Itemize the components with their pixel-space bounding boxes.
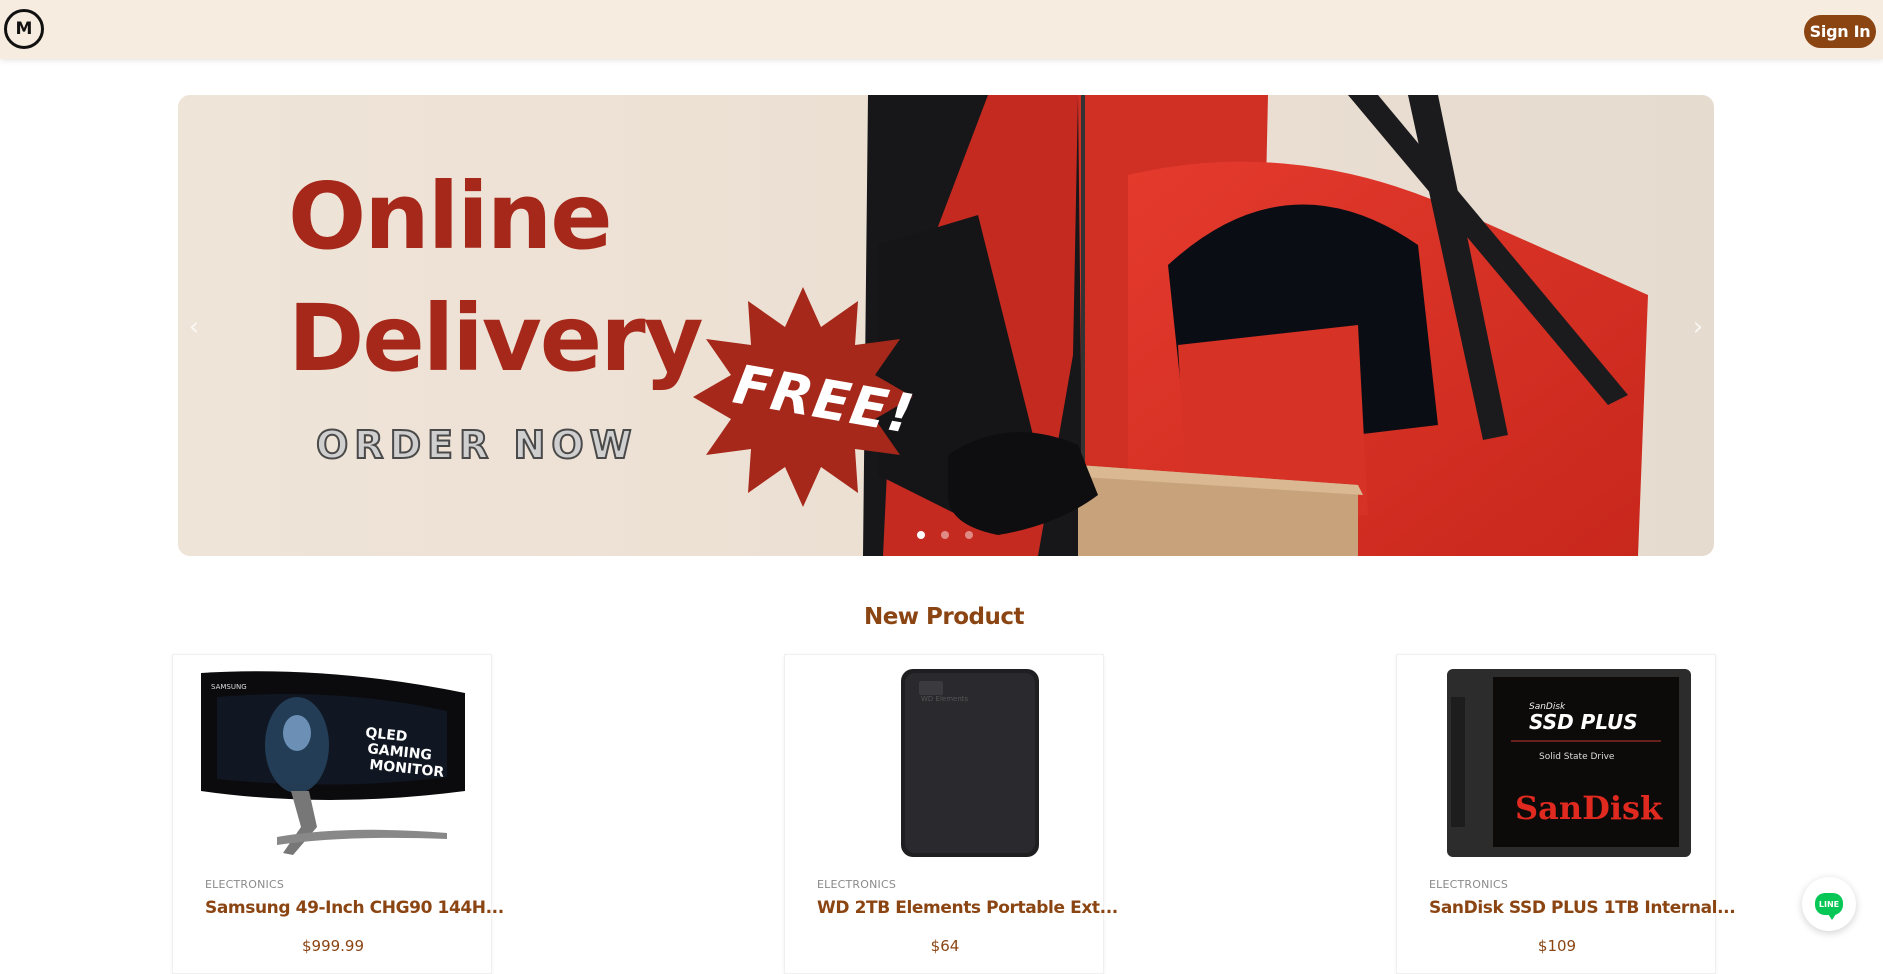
- product-card[interactable]: SAMSUNG QLED GAMING MONITOR ELECTRONICS …: [172, 654, 504, 974]
- product-category: ELECTRONICS: [1429, 878, 1509, 891]
- carousel-prev-icon[interactable]: ‹: [184, 312, 204, 342]
- svg-text:SanDisk: SanDisk: [1515, 789, 1663, 827]
- line-chat-button[interactable]: LINE: [1802, 877, 1856, 931]
- product-card[interactable]: SanDisk SSD PLUS Solid State Drive SanDi…: [1396, 654, 1736, 974]
- sign-in-button[interactable]: Sign In: [1804, 15, 1876, 48]
- svg-text:Solid State Drive: Solid State Drive: [1539, 752, 1615, 762]
- product-name[interactable]: WD 2TB Elements Portable Ext...: [817, 898, 1118, 918]
- product-price: $999.99: [301, 937, 365, 955]
- site-logo[interactable]: M: [4, 9, 44, 49]
- product-price: $109: [1537, 937, 1577, 955]
- carousel-dot-3[interactable]: [965, 531, 973, 539]
- svg-text:SSD PLUS: SSD PLUS: [1529, 710, 1638, 734]
- carousel-next-icon[interactable]: ›: [1688, 312, 1708, 342]
- banner-headline-line1: Online: [288, 163, 613, 270]
- carousel-dot-2[interactable]: [941, 531, 949, 539]
- product-image: SanDisk SSD PLUS Solid State Drive SanDi…: [1447, 669, 1691, 857]
- line-chat-icon: LINE: [1815, 893, 1843, 920]
- product-price: $64: [930, 937, 960, 955]
- product-name[interactable]: Samsung 49-Inch CHG90 144H...: [205, 898, 504, 918]
- product-name[interactable]: SanDisk SSD PLUS 1TB Internal...: [1429, 898, 1736, 918]
- product-image: WD Elements: [901, 669, 1039, 857]
- product-image: SAMSUNG QLED GAMING MONITOR: [201, 671, 465, 855]
- top-navbar: M Sign In: [0, 0, 1883, 59]
- carousel-dots: [917, 531, 973, 539]
- product-category: ELECTRONICS: [205, 878, 285, 891]
- order-now-text: ORDER NOW: [315, 422, 638, 468]
- section-title: New Product: [863, 604, 1025, 630]
- svg-text:SAMSUNG: SAMSUNG: [211, 683, 247, 691]
- product-category: ELECTRONICS: [817, 878, 897, 891]
- hero-carousel: Online Delivery ORDER NOW FREE! ‹ ›: [178, 95, 1714, 556]
- banner-headline-line2: Delivery: [288, 285, 704, 392]
- carousel-dot-1[interactable]: [917, 531, 925, 539]
- svg-text:WD Elements: WD Elements: [921, 695, 969, 703]
- product-card[interactable]: WD Elements ELECTRONICS WD 2TB Elements …: [784, 654, 1118, 974]
